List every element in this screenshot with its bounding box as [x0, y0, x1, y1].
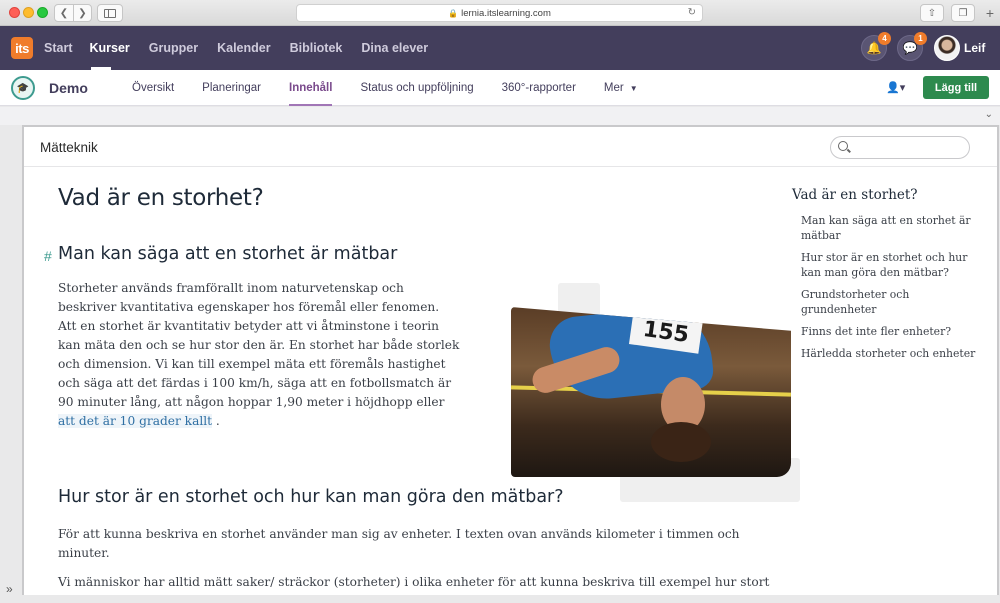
- minimize-window-button[interactable]: [23, 7, 34, 18]
- search-icon: [838, 141, 848, 151]
- table-of-contents: Vad är en storhet? Man kan säga att en s…: [792, 187, 992, 368]
- section-heading-1: Man kan säga att en storhet är mätbar: [58, 244, 398, 264]
- tab-mer[interactable]: Mer ▼: [590, 70, 652, 106]
- zoom-window-button[interactable]: [37, 7, 48, 18]
- collapse-chevrons-icon[interactable]: ⌄: [985, 109, 993, 120]
- app-top-nav: its Start Kurser Grupper Kalender Biblio…: [0, 26, 1000, 70]
- messages-button[interactable]: 💬 1: [897, 32, 927, 61]
- course-name[interactable]: Demo: [49, 80, 88, 96]
- paragraph-3: Vi människor har alltid mätt saker/ strä…: [58, 575, 770, 589]
- collapse-row: ⌄: [0, 107, 1000, 125]
- athlete-photo: 155: [511, 307, 791, 477]
- course-tabs: Översikt Planeringar Innehåll Status och…: [118, 70, 652, 106]
- toc-item-grundstorheter[interactable]: Grundstorheter och grundenheter: [801, 287, 981, 317]
- nav-kurser[interactable]: Kurser: [85, 26, 142, 70]
- toc-item-hur-stor[interactable]: Hur stor är en storhet och hur kan man g…: [801, 250, 981, 280]
- messages-badge: 1: [914, 32, 927, 45]
- url-text: lernia.itslearning.com: [461, 7, 551, 19]
- inline-link[interactable]: att det är 10 grader kallt: [58, 414, 213, 428]
- anchor-hash-icon[interactable]: #: [44, 248, 52, 264]
- tab-360-rapporter[interactable]: 360°-rapporter: [488, 70, 590, 106]
- nav-dina-elever[interactable]: Dina elever: [355, 26, 441, 70]
- add-button[interactable]: Lägg till: [923, 76, 989, 99]
- high-jump-photo: 155: [510, 283, 802, 503]
- toc-title[interactable]: Vad är en storhet?: [792, 187, 992, 203]
- new-tab-icon[interactable]: +: [986, 5, 994, 21]
- main-nav: Start Kurser Grupper Kalender Bibliotek …: [44, 26, 441, 70]
- sidebar-toggle-icon[interactable]: [97, 4, 123, 22]
- tab-innehall[interactable]: Innehåll: [275, 70, 346, 106]
- paragraph-1-end: .: [212, 414, 220, 428]
- page-title: Mätteknik: [40, 140, 98, 155]
- paragraph-1: Storheter används framförallt inom natur…: [58, 279, 460, 431]
- content-frame: Mätteknik Vad är en storhet? # Man kan s…: [22, 125, 999, 595]
- tab-planeringar[interactable]: Planeringar: [188, 70, 275, 106]
- tab-status[interactable]: Status och uppföljning: [346, 70, 487, 106]
- forward-icon[interactable]: ❯: [73, 5, 91, 21]
- paragraph-2: För att kunna beskriva en storhet använd…: [58, 527, 740, 560]
- nav-grupper[interactable]: Grupper: [143, 26, 211, 70]
- search-box[interactable]: [830, 136, 970, 159]
- nav-kalender[interactable]: Kalender: [211, 26, 284, 70]
- avatar[interactable]: [934, 35, 960, 61]
- toc-item-matbar[interactable]: Man kan säga att en storhet är mätbar: [801, 213, 981, 243]
- tabs-overview-icon[interactable]: ❐: [951, 4, 975, 22]
- search-input[interactable]: [855, 139, 965, 156]
- frame-header: Mätteknik: [24, 127, 997, 167]
- address-bar[interactable]: 🔒 lernia.itslearning.com ↻: [296, 4, 703, 22]
- expand-sidebar-icon[interactable]: »: [6, 582, 13, 596]
- reload-icon[interactable]: ↻: [688, 7, 696, 18]
- notifications-badge: 4: [878, 32, 891, 45]
- lock-icon: 🔒: [448, 8, 459, 18]
- browser-toolbar: ❮ ❯ 🔒 lernia.itslearning.com ↻ ⇧ ❐ +: [0, 0, 1000, 26]
- history-buttons: ❮ ❯: [54, 4, 92, 22]
- user-name[interactable]: Leif: [964, 41, 985, 55]
- share-icon[interactable]: ⇧: [920, 4, 944, 22]
- itslearning-logo[interactable]: its: [11, 37, 33, 59]
- paragraph-1-text: Storheter används framförallt inom natur…: [58, 281, 460, 409]
- person-menu-icon[interactable]: 👤▾: [886, 81, 905, 94]
- nav-start[interactable]: Start: [44, 26, 85, 70]
- notifications-button[interactable]: 🔔 4: [861, 32, 891, 61]
- graduation-cap-icon[interactable]: 🎓: [11, 76, 35, 100]
- section-heading-2: Hur stor är en storhet och hur kan man g…: [58, 487, 564, 507]
- jumper-hair: [651, 422, 711, 462]
- tab-mer-label: Mer: [603, 82, 624, 94]
- course-bar: 🎓 Demo Översikt Planeringar Innehåll Sta…: [0, 70, 1000, 106]
- article-heading: Vad är en storhet?: [58, 185, 264, 211]
- nav-bibliotek[interactable]: Bibliotek: [284, 26, 356, 70]
- caret-down-icon: ▼: [629, 83, 638, 93]
- toc-item-harledda[interactable]: Härledda storheter och enheter: [801, 346, 981, 361]
- tab-oversikt[interactable]: Översikt: [118, 70, 188, 106]
- back-icon[interactable]: ❮: [55, 5, 73, 21]
- close-window-button[interactable]: [9, 7, 20, 18]
- toc-item-fler-enheter[interactable]: Finns det inte fler enheter?: [801, 324, 981, 339]
